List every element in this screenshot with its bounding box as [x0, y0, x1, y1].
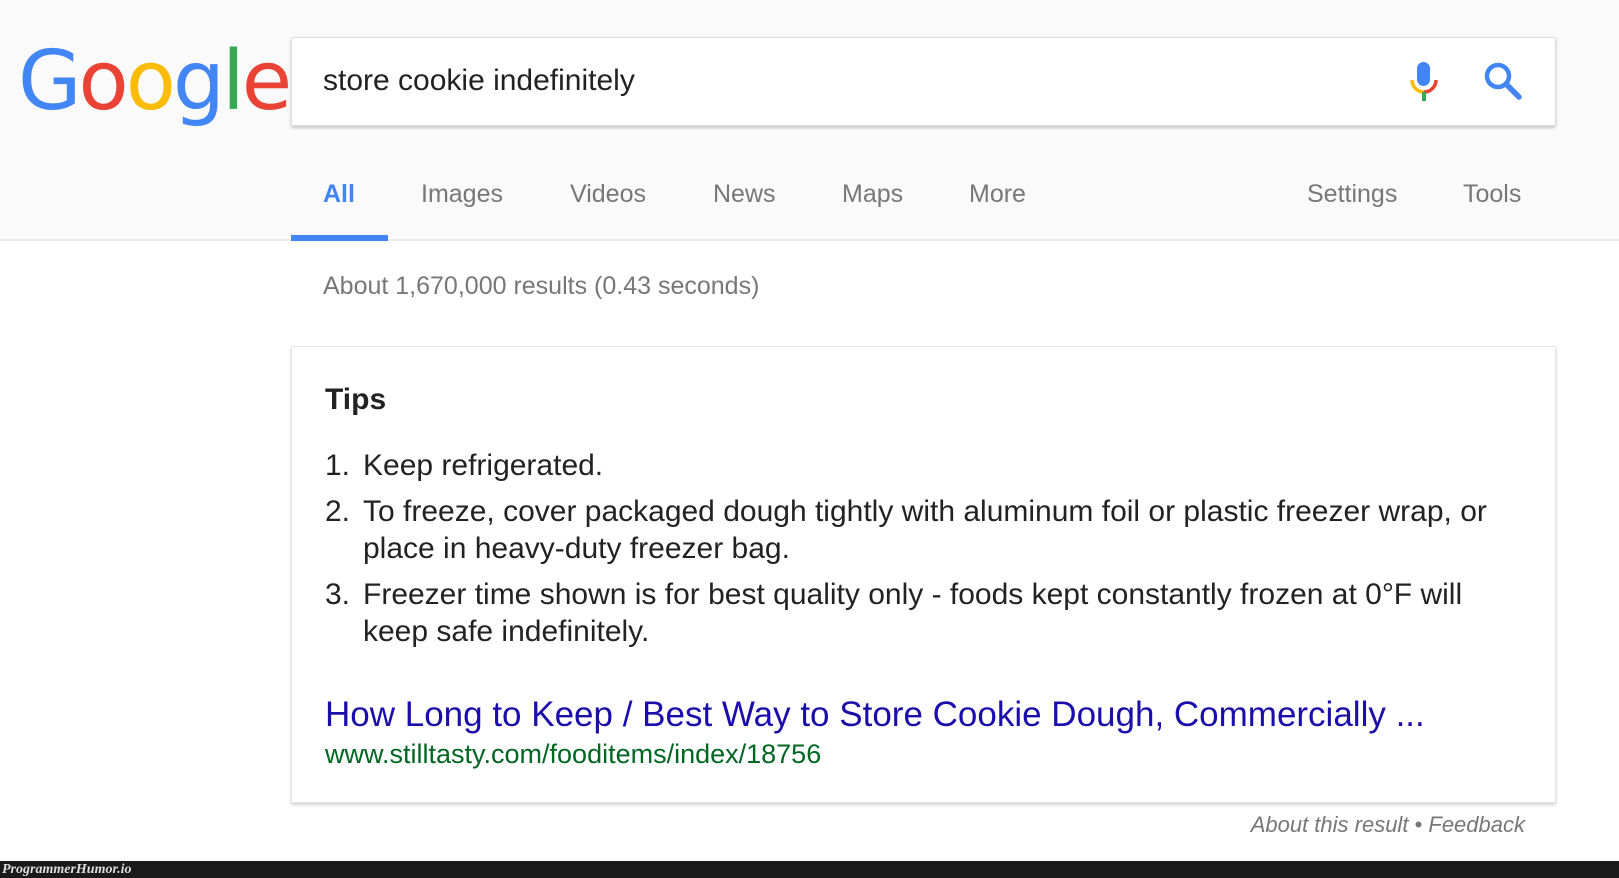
logo-letter: G: [18, 34, 82, 129]
snippet-footer: About this result • Feedback: [1251, 812, 1525, 838]
separator: •: [1408, 812, 1429, 837]
item-number: 2.: [325, 495, 351, 528]
active-tab-indicator: [291, 235, 388, 241]
feedback-link[interactable]: Feedback: [1428, 812, 1525, 837]
item-text: To freeze, cover packaged dough tightly …: [363, 495, 1487, 565]
tab-more[interactable]: More: [969, 180, 1026, 209]
search-box: [291, 37, 1556, 126]
featured-snippet: Tips 1. Keep refrigerated. 2. To freeze, c…: [291, 346, 1556, 803]
logo-letter: e: [241, 34, 292, 129]
results-count: About 1,670,000 results (0.43 seconds): [323, 272, 760, 300]
tab-maps[interactable]: Maps: [842, 180, 903, 209]
tips-list: 1. Keep refrigerated. 2. To freeze, cover …: [325, 447, 1515, 659]
item-number: 1.: [325, 449, 351, 482]
header: Google All Images Videos News Maps More …: [0, 0, 1619, 241]
logo-letter: g: [172, 34, 225, 129]
list-item: 2. To freeze, cover packaged dough tightl…: [325, 493, 1515, 567]
tab-videos[interactable]: Videos: [570, 180, 646, 209]
snippet-title: Tips: [325, 383, 387, 416]
settings-link[interactable]: Settings: [1307, 180, 1397, 209]
item-number: 3.: [325, 578, 351, 611]
logo-letter: o: [125, 34, 176, 129]
magnifier-icon[interactable]: [1482, 60, 1526, 104]
watermark-bar: ProgrammerHumor.io: [0, 861, 1619, 878]
tools-link[interactable]: Tools: [1463, 180, 1521, 209]
search-input[interactable]: [323, 56, 1323, 106]
item-text: Keep refrigerated.: [363, 449, 604, 482]
logo-letter: o: [78, 34, 129, 129]
about-result-link[interactable]: About this result: [1251, 812, 1409, 837]
watermark: ProgrammerHumor.io: [2, 862, 132, 877]
tab-images[interactable]: Images: [421, 180, 503, 209]
result-link[interactable]: How Long to Keep / Best Way to Store Coo…: [325, 695, 1425, 735]
google-logo[interactable]: Google: [18, 34, 292, 129]
microphone-icon[interactable]: [1404, 60, 1444, 104]
tab-all[interactable]: All: [323, 180, 355, 209]
list-item: 1. Keep refrigerated.: [325, 447, 1515, 484]
list-item: 3. Freezer time shown is for best quality…: [325, 576, 1515, 650]
logo-letter: l: [221, 34, 245, 129]
item-text: Freezer time shown is for best quality o…: [363, 578, 1463, 648]
tab-news[interactable]: News: [713, 180, 776, 209]
result-url: www.stilltasty.com/fooditems/index/18756: [325, 739, 822, 769]
